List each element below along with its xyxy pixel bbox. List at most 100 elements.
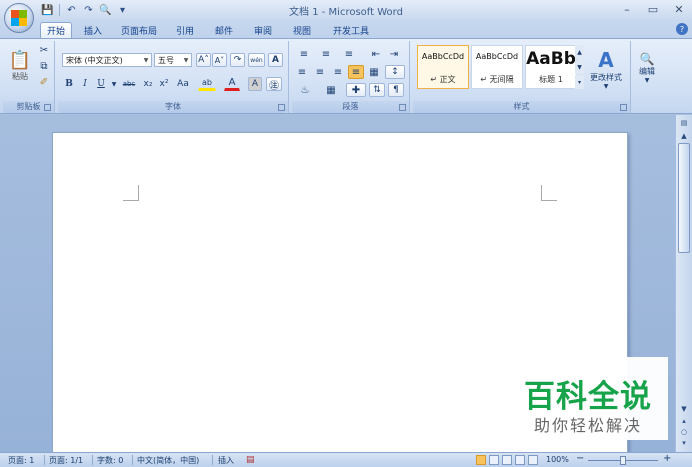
scroll-down-icon[interactable]: ▼ — [677, 403, 691, 415]
grow-font-button[interactable]: A˄ — [196, 53, 211, 67]
multilevel-list-icon[interactable]: ≡ — [338, 47, 360, 61]
bullets-icon[interactable]: ≡ — [294, 47, 314, 61]
paste-button[interactable]: 📋 粘贴 — [7, 43, 33, 89]
ruler-toggle-icon[interactable]: ▤ — [677, 117, 691, 129]
style-name: ↵ 无间隔 — [480, 75, 514, 84]
strikethrough-button[interactable]: abc — [120, 77, 138, 91]
tab-insert[interactable]: 插入 — [78, 22, 108, 38]
justify-icon[interactable]: ≡ — [348, 65, 364, 79]
next-page-icon[interactable]: ▾ — [677, 437, 691, 449]
borders-icon[interactable]: ▦ — [320, 83, 342, 97]
tab-references[interactable]: 引用 — [170, 22, 200, 38]
underline-button[interactable]: U — [94, 77, 108, 91]
line-spacing-icon[interactable]: ↕ — [385, 65, 405, 79]
draft-view-icon[interactable] — [528, 455, 538, 465]
zoom-out-icon[interactable]: − — [576, 453, 584, 464]
status-page[interactable]: 页面: 1 — [8, 455, 34, 466]
restore-button[interactable]: ▭ — [640, 0, 666, 18]
tab-developer[interactable]: 开发工具 — [326, 22, 376, 38]
font-name-value: 宋体 (中文正文) — [66, 55, 123, 65]
cut-icon[interactable]: ✂ — [37, 44, 51, 57]
align-right-icon[interactable]: ≡ — [330, 65, 346, 79]
chevron-down-icon[interactable]: ▼ — [110, 77, 118, 91]
style-more-icon[interactable]: ▾ — [575, 75, 584, 89]
web-layout-view-icon[interactable] — [502, 455, 512, 465]
align-left-icon[interactable]: ≡ — [294, 65, 310, 79]
phonetic-guide-button[interactable]: wén — [248, 53, 265, 67]
increase-indent-icon[interactable]: ⇥ — [386, 47, 402, 61]
font-dialog-launcher-icon[interactable] — [278, 104, 285, 111]
subscript-button[interactable]: x₂ — [141, 77, 155, 91]
styles-group-label: 样式 — [413, 101, 630, 113]
zoom-in-icon[interactable]: + — [663, 453, 671, 464]
style-scroll-up-icon[interactable]: ▲ — [575, 45, 584, 59]
close-button[interactable]: ✕ — [666, 0, 692, 18]
style-no-spacing[interactable]: AaBbCcDd ↵ 无间隔 — [471, 45, 523, 89]
editing-button[interactable]: 🔍 编辑 ▼ — [635, 43, 659, 93]
shading-icon[interactable]: ♨ — [294, 83, 316, 97]
status-word-count[interactable]: 字数: 0 — [97, 455, 123, 466]
font-color-button[interactable]: A — [224, 75, 240, 91]
paste-label: 粘贴 — [12, 72, 28, 81]
distributed-icon[interactable]: ▦ — [366, 65, 382, 79]
font-size-value: 五号 — [158, 55, 174, 65]
numbering-icon[interactable]: ≡ — [316, 47, 336, 61]
sort-icon[interactable]: ⇅ — [369, 83, 385, 97]
highlight-button[interactable]: ab — [198, 75, 216, 91]
superscript-button[interactable]: x² — [157, 77, 171, 91]
status-page-count[interactable]: 页面: 1/1 — [49, 455, 83, 466]
bold-button[interactable]: B — [62, 77, 76, 91]
align-center-icon[interactable]: ≡ — [312, 65, 328, 79]
style-heading-1[interactable]: AaBb 标题 1 — [525, 45, 577, 89]
title-bar: 💾 ↶ ↷ 🔍 ▾ 文档 1 - Microsoft Word – ▭ ✕ — [0, 0, 692, 20]
style-normal[interactable]: AaBbCcDd ↵ 正文 — [417, 45, 469, 89]
zoom-level[interactable]: 100% — [546, 455, 569, 464]
italic-button[interactable]: I — [78, 77, 92, 91]
editing-label: 编辑 — [639, 67, 655, 76]
tab-page-layout[interactable]: 页面布局 — [114, 22, 164, 38]
change-case-button[interactable]: Aa — [174, 77, 192, 91]
decrease-indent-icon[interactable]: ⇤ — [368, 47, 384, 61]
font-name-combo[interactable]: 宋体 (中文正文) ▼ — [62, 53, 152, 67]
minimize-button[interactable]: – — [614, 0, 640, 18]
window-controls: – ▭ ✕ — [614, 0, 692, 18]
font-size-combo[interactable]: 五号 ▼ — [154, 53, 192, 67]
chevron-down-icon: ▼ — [603, 83, 609, 90]
styles-dialog-launcher-icon[interactable] — [620, 104, 627, 111]
shrink-font-button[interactable]: A˅ — [212, 53, 227, 67]
status-separator — [92, 455, 93, 465]
chinese-layout-icon[interactable]: ✚ — [346, 83, 366, 97]
paragraph-group: ≡ ≡ ≡ ⇤ ⇥ ≡ ≡ ≡ ≡ ▦ ↕ ♨ ▦ ✚ ⇅ ¶ 段落 — [292, 41, 410, 113]
print-layout-view-icon[interactable] — [476, 455, 486, 465]
office-button[interactable] — [4, 3, 34, 33]
scroll-thumb[interactable] — [678, 143, 690, 253]
clear-format-icon[interactable]: ↷ — [230, 53, 245, 67]
char-shading-button[interactable]: A — [248, 77, 262, 91]
macro-record-icon[interactable]: ▤ — [246, 455, 255, 465]
paste-icon: 📋 — [8, 50, 32, 71]
style-scroll-down-icon[interactable]: ▼ — [575, 60, 584, 74]
format-painter-icon[interactable]: ✐ — [37, 76, 51, 89]
paragraph-dialog-launcher-icon[interactable] — [399, 104, 406, 111]
clipboard-dialog-launcher-icon[interactable] — [44, 104, 51, 111]
tab-home[interactable]: 开始 — [40, 22, 72, 38]
show-marks-icon[interactable]: ¶ — [388, 83, 404, 97]
style-name: ↵ 正文 — [430, 75, 456, 84]
tab-view[interactable]: 视图 — [287, 22, 317, 38]
enclose-characters-icon[interactable]: ㊟ — [266, 77, 282, 92]
status-language[interactable]: 中文(简体，中国) — [137, 455, 199, 466]
status-insert-mode[interactable]: 插入 — [218, 455, 234, 466]
zoom-slider-knob[interactable] — [620, 456, 626, 465]
change-styles-button[interactable]: A 更改样式 ▼ — [586, 43, 626, 95]
vertical-scrollbar[interactable]: ▤ ▲ ▼ ▴ ○ ▾ — [675, 115, 692, 452]
full-screen-view-icon[interactable] — [489, 455, 499, 465]
char-border-button[interactable]: A — [268, 53, 283, 67]
chevron-down-icon: ▼ — [183, 56, 189, 64]
tab-review[interactable]: 审阅 — [248, 22, 278, 38]
copy-icon[interactable]: ⧉ — [37, 60, 51, 73]
margin-marker-top-right — [541, 185, 557, 201]
outline-view-icon[interactable] — [515, 455, 525, 465]
help-icon[interactable]: ? — [676, 23, 688, 35]
tab-mailings[interactable]: 邮件 — [209, 22, 239, 38]
scroll-up-icon[interactable]: ▲ — [677, 130, 691, 142]
